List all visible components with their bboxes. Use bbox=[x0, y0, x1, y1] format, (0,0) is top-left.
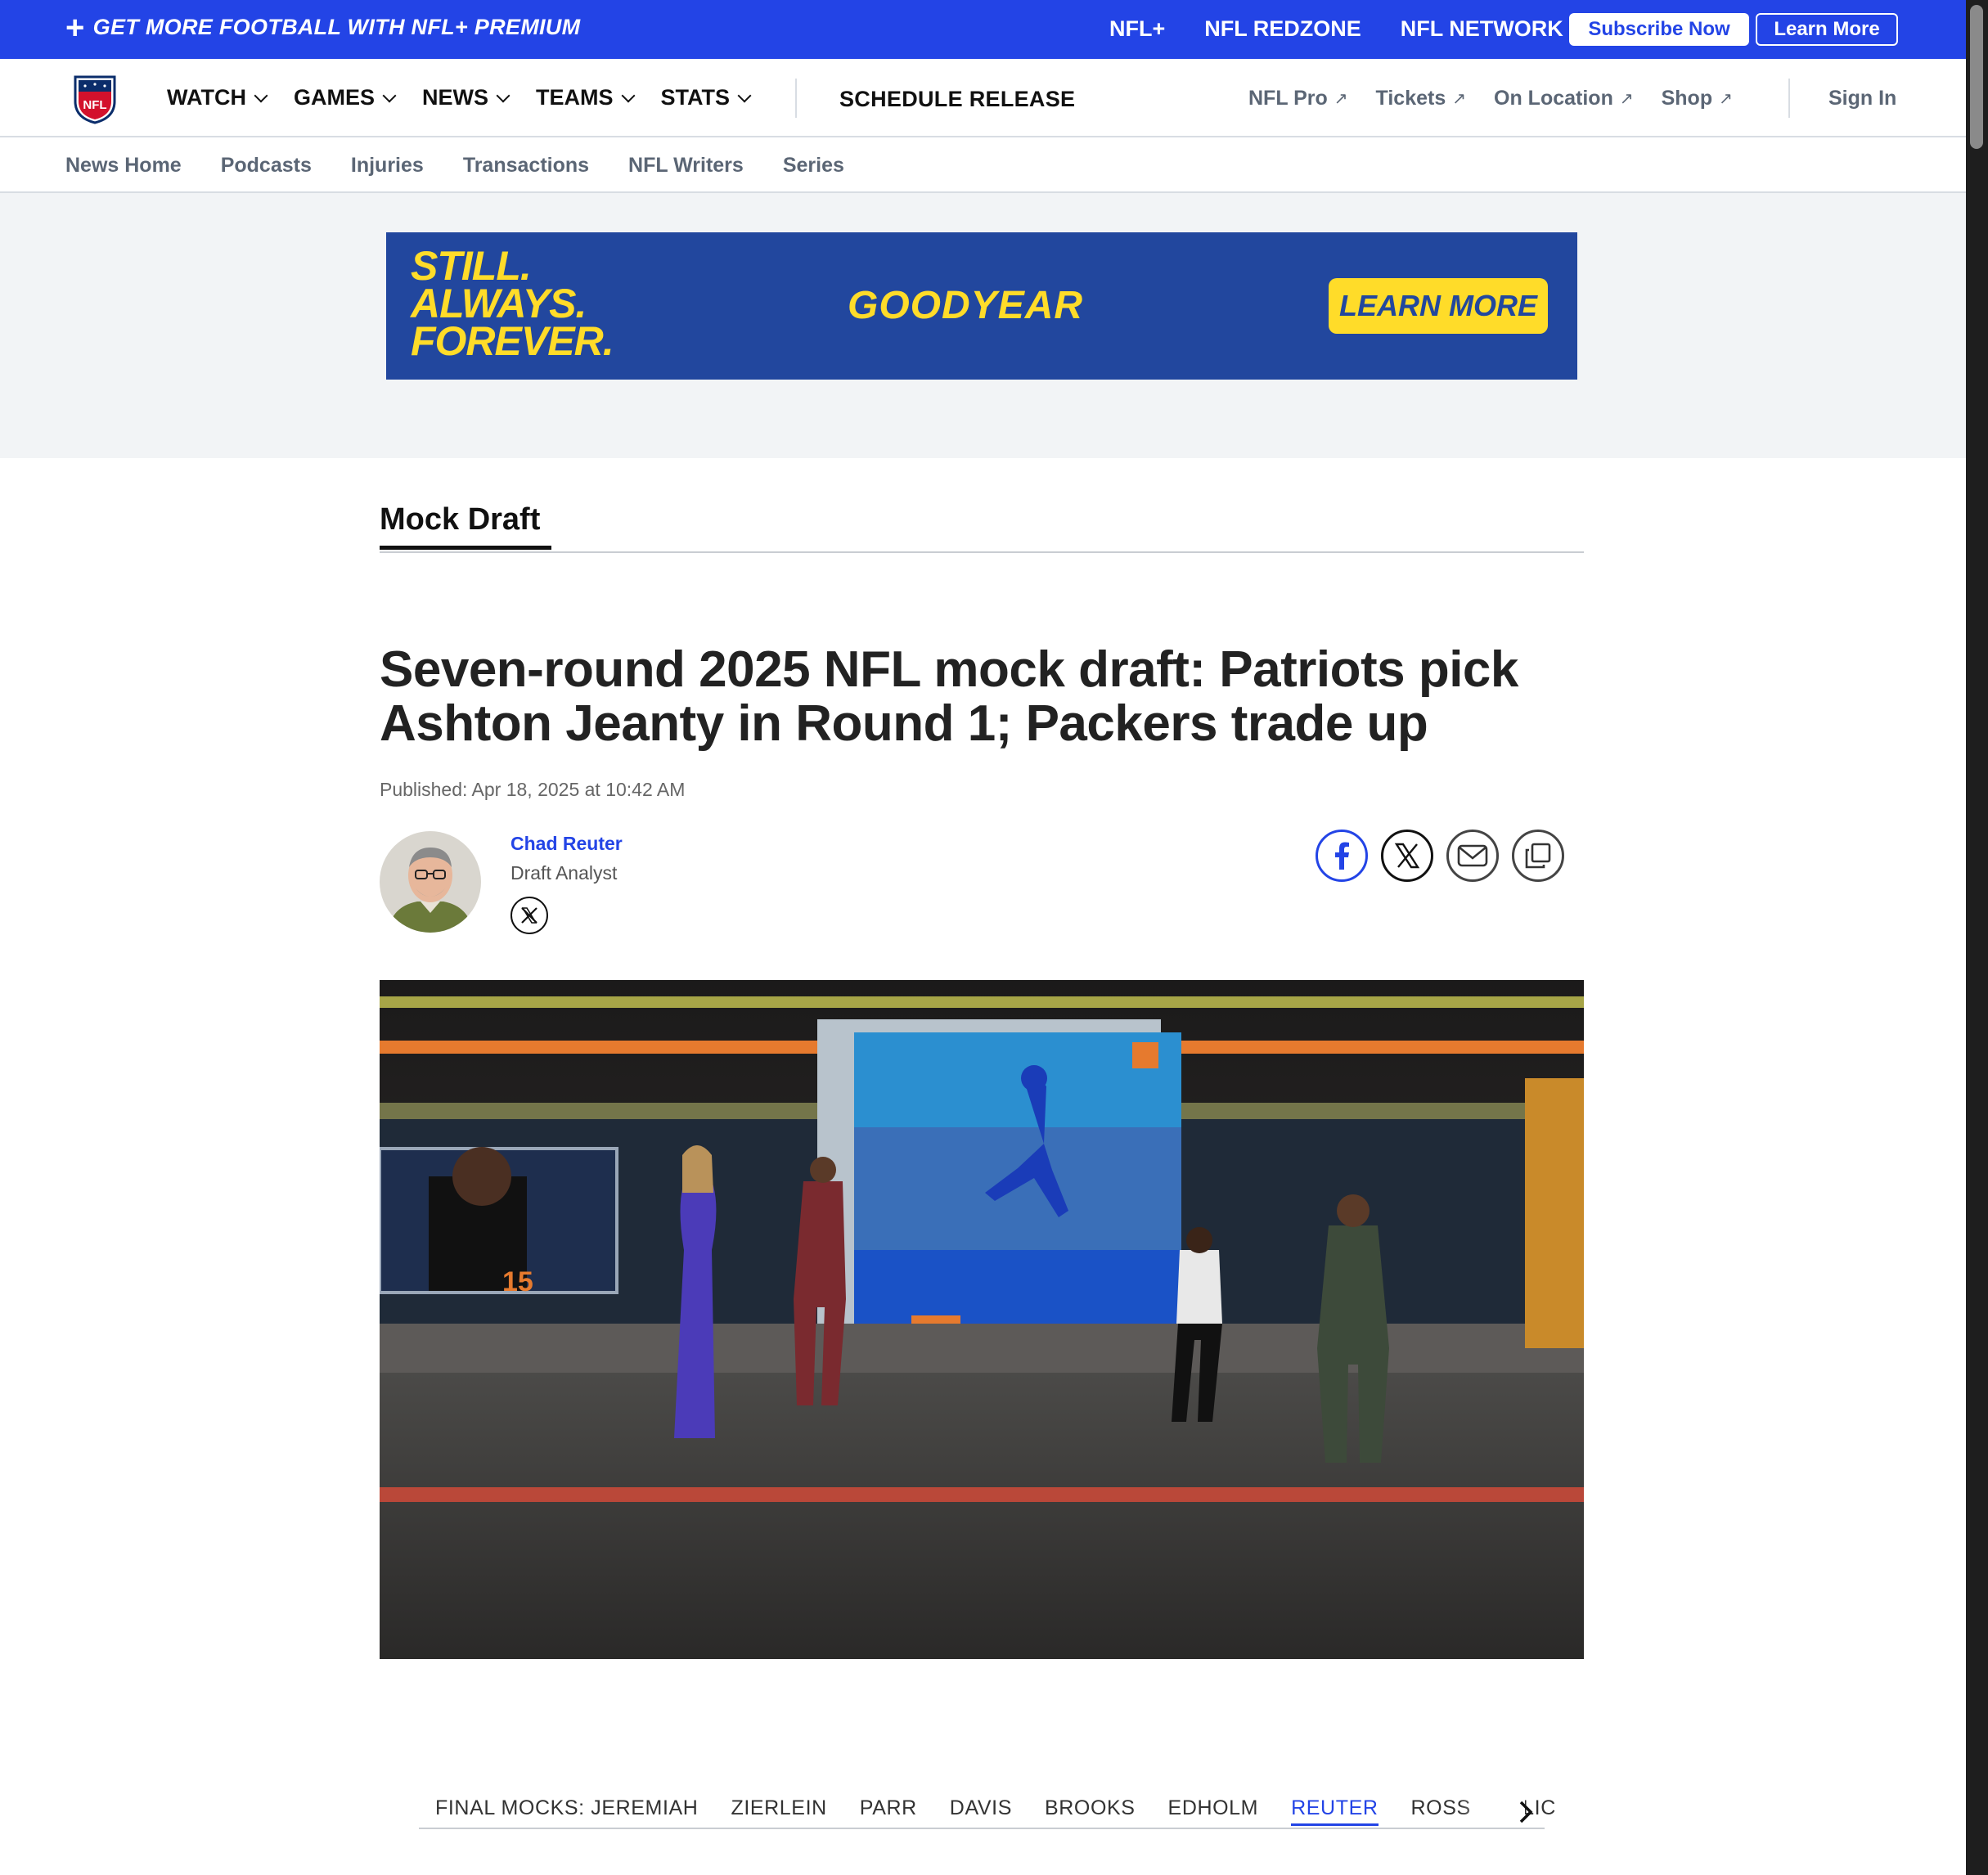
tab-reuter[interactable]: REUTER bbox=[1291, 1796, 1379, 1826]
nav-divider bbox=[795, 79, 797, 118]
external-link-icon: ↗ bbox=[1452, 90, 1467, 108]
external-link-icon: ↗ bbox=[1719, 90, 1733, 108]
nav-watch[interactable]: WATCH bbox=[167, 85, 268, 110]
nav-games[interactable]: GAMES bbox=[293, 85, 397, 110]
nav-shop-label: Shop bbox=[1661, 87, 1713, 110]
external-link-icon: ↗ bbox=[1619, 90, 1634, 108]
external-link-icon: ↗ bbox=[1334, 90, 1348, 108]
tab-davis[interactable]: DAVIS bbox=[950, 1796, 1012, 1826]
sign-in-link[interactable]: Sign In bbox=[1828, 87, 1896, 110]
promo-bar: + GET MORE FOOTBALL WITH NFL+ PREMIUM NF… bbox=[0, 0, 1966, 59]
nav-games-label: GAMES bbox=[293, 85, 375, 110]
subnav-injuries[interactable]: Injuries bbox=[351, 154, 424, 178]
nfl-logo-icon[interactable]: NFL bbox=[72, 70, 118, 124]
ad-tagline-line: STILL. bbox=[411, 243, 532, 289]
x-icon[interactable] bbox=[1381, 830, 1433, 882]
main-nav: NFL WATCH GAMES NEWS TEAMS STATS SCHEDUL… bbox=[0, 59, 1966, 137]
ad-tagline-line: FOREVER. bbox=[411, 318, 614, 364]
chevron-down-icon bbox=[254, 88, 268, 102]
nav-news-label: NEWS bbox=[422, 85, 488, 110]
tab-parr[interactable]: PARR bbox=[860, 1796, 917, 1826]
nav-nfl-pro[interactable]: NFL Pro ↗ bbox=[1248, 87, 1348, 110]
facebook-icon[interactable] bbox=[1316, 830, 1368, 882]
subnav-podcasts[interactable]: Podcasts bbox=[221, 154, 312, 178]
tab-brooks[interactable]: BROOKS bbox=[1045, 1796, 1136, 1826]
hero-jersey-number: 15 bbox=[502, 1266, 533, 1297]
scrollbar-thumb[interactable] bbox=[1970, 5, 1983, 149]
nav-tickets[interactable]: Tickets ↗ bbox=[1376, 87, 1466, 110]
svg-text:NFL: NFL bbox=[83, 98, 106, 112]
nav-on-location-label: On Location bbox=[1494, 87, 1613, 110]
article-headline: Seven-round 2025 NFL mock draft: Patriot… bbox=[380, 641, 1518, 752]
subnav-series[interactable]: Series bbox=[783, 154, 844, 178]
author-x-icon[interactable] bbox=[510, 897, 548, 934]
nav-on-location[interactable]: On Location ↗ bbox=[1494, 87, 1634, 110]
section-label[interactable]: Mock Draft bbox=[380, 502, 540, 537]
nav-divider bbox=[1788, 79, 1790, 118]
nav-teams-label: TEAMS bbox=[536, 85, 614, 110]
tab-zierlein[interactable]: ZIERLEIN bbox=[731, 1796, 826, 1826]
share-buttons bbox=[1316, 830, 1564, 882]
promo-link-nflplus[interactable]: NFL+ bbox=[1109, 16, 1165, 42]
scrollbar-track[interactable] bbox=[1966, 0, 1988, 1875]
section-divider bbox=[380, 551, 1584, 553]
tab-edholm[interactable]: EDHOLM bbox=[1168, 1796, 1259, 1826]
ad-tagline-line: ALWAYS. bbox=[411, 281, 587, 326]
nav-news[interactable]: NEWS bbox=[422, 85, 510, 110]
learn-more-button[interactable]: Learn More bbox=[1756, 13, 1898, 46]
nav-shop[interactable]: Shop ↗ bbox=[1662, 87, 1733, 110]
ad-tagline: STILL. ALWAYS. FOREVER. bbox=[411, 243, 614, 364]
author-role: Draft Analyst bbox=[510, 862, 618, 884]
promo-link-network[interactable]: NFL NETWORK bbox=[1401, 16, 1563, 42]
nav-teams[interactable]: TEAMS bbox=[536, 85, 635, 110]
subscribe-button[interactable]: Subscribe Now bbox=[1569, 13, 1749, 46]
chevron-down-icon bbox=[382, 88, 397, 102]
nav-right-links: NFL Pro ↗ Tickets ↗ On Location ↗ Shop ↗ bbox=[1248, 87, 1733, 110]
chevron-down-icon bbox=[737, 88, 752, 102]
nav-nfl-pro-label: NFL Pro bbox=[1248, 87, 1328, 110]
goodyear-ad[interactable]: STILL. ALWAYS. FOREVER. GOODYEAR LEARN M… bbox=[386, 232, 1577, 380]
author-avatar[interactable] bbox=[380, 831, 481, 933]
plus-icon: + bbox=[65, 9, 85, 46]
copy-link-icon[interactable] bbox=[1512, 830, 1564, 882]
promo-tagline-text: GET MORE FOOTBALL WITH NFL+ PREMIUM bbox=[92, 15, 581, 39]
chevron-down-icon bbox=[621, 88, 635, 102]
promo-link-redzone[interactable]: NFL REDZONE bbox=[1204, 16, 1361, 42]
section-underline bbox=[380, 546, 551, 550]
published-date: Published: Apr 18, 2025 at 10:42 AM bbox=[380, 779, 686, 800]
hero-image[interactable]: 15 bbox=[380, 980, 1584, 1659]
sub-nav-items: News Home Podcasts Injuries Transactions… bbox=[65, 154, 844, 178]
nav-watch-label: WATCH bbox=[167, 85, 246, 110]
mock-draft-tabs: FINAL MOCKS: JEREMIAH ZIERLEIN PARR DAVI… bbox=[419, 1795, 1555, 1829]
nav-items: WATCH GAMES NEWS TEAMS STATS bbox=[167, 85, 752, 110]
author-name[interactable]: Chad Reuter bbox=[510, 833, 623, 855]
promo-tagline[interactable]: + GET MORE FOOTBALL WITH NFL+ PREMIUM bbox=[65, 9, 581, 46]
chevron-right-icon[interactable] bbox=[1513, 1798, 1538, 1826]
nav-stats-label: STATS bbox=[660, 85, 731, 110]
email-icon[interactable] bbox=[1446, 830, 1499, 882]
subnav-nfl-writers[interactable]: NFL Writers bbox=[628, 154, 744, 178]
ad-band: STILL. ALWAYS. FOREVER. GOODYEAR LEARN M… bbox=[0, 193, 1966, 458]
nav-tickets-label: Tickets bbox=[1375, 87, 1446, 110]
nav-stats[interactable]: STATS bbox=[660, 85, 752, 110]
subnav-news-home[interactable]: News Home bbox=[65, 154, 182, 178]
subnav-transactions[interactable]: Transactions bbox=[463, 154, 589, 178]
mock-tab-list: FINAL MOCKS: JEREMIAH ZIERLEIN PARR DAVI… bbox=[435, 1796, 1556, 1826]
sub-nav: News Home Podcasts Injuries Transactions… bbox=[0, 137, 1966, 193]
ad-learn-more-button[interactable]: LEARN MORE bbox=[1329, 278, 1548, 334]
chevron-down-icon bbox=[496, 88, 510, 102]
tab-jeremiah[interactable]: FINAL MOCKS: JEREMIAH bbox=[435, 1796, 698, 1826]
nav-schedule-release[interactable]: SCHEDULE RELEASE bbox=[839, 87, 1075, 112]
promo-links: NFL+ NFL REDZONE NFL NETWORK bbox=[1109, 16, 1563, 42]
goodyear-logo: GOODYEAR bbox=[848, 284, 1084, 327]
